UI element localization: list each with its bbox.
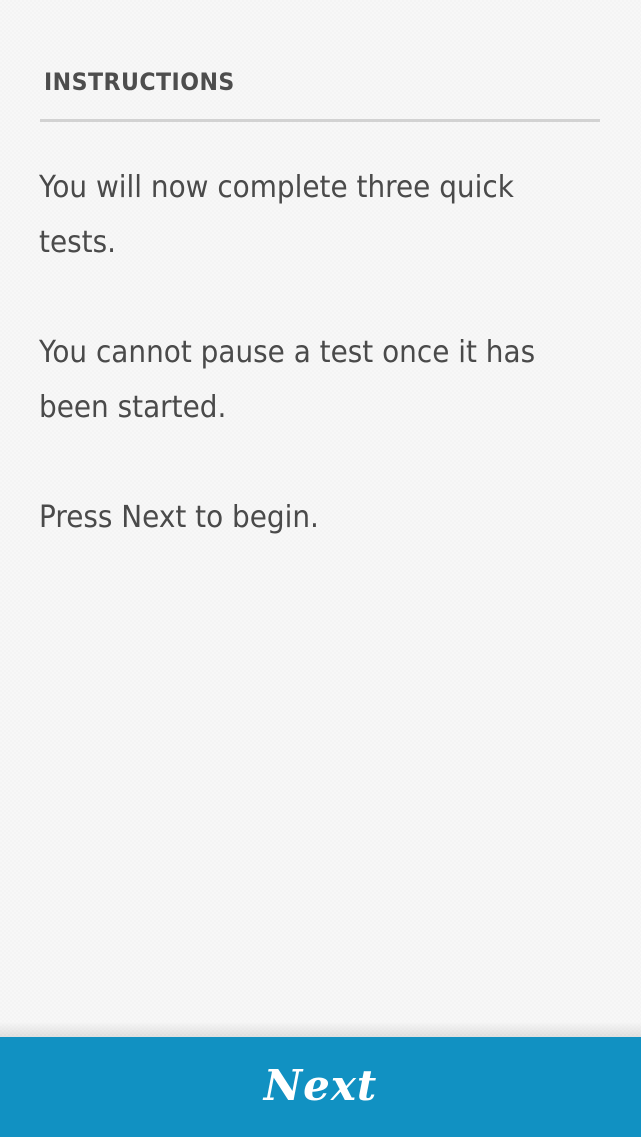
instruction-paragraph-begin: Press Next to begin. [39, 500, 319, 535]
page-title: INSTRUCTIONS [44, 68, 235, 96]
footer-shadow [0, 1022, 641, 1038]
next-button-label: Next [263, 1060, 378, 1110]
next-button[interactable]: Next [0, 1037, 641, 1137]
instruction-paragraph-tests: You will now complete three quick tests. [39, 170, 514, 260]
instructions-header: INSTRUCTIONS [40, 60, 600, 122]
instructions-screen: INSTRUCTIONS You will now complete three… [0, 0, 641, 1137]
instructions-body: You will now complete three quick tests.… [39, 160, 599, 600]
instruction-paragraph-pause: You cannot pause a test once it has been… [39, 335, 536, 425]
